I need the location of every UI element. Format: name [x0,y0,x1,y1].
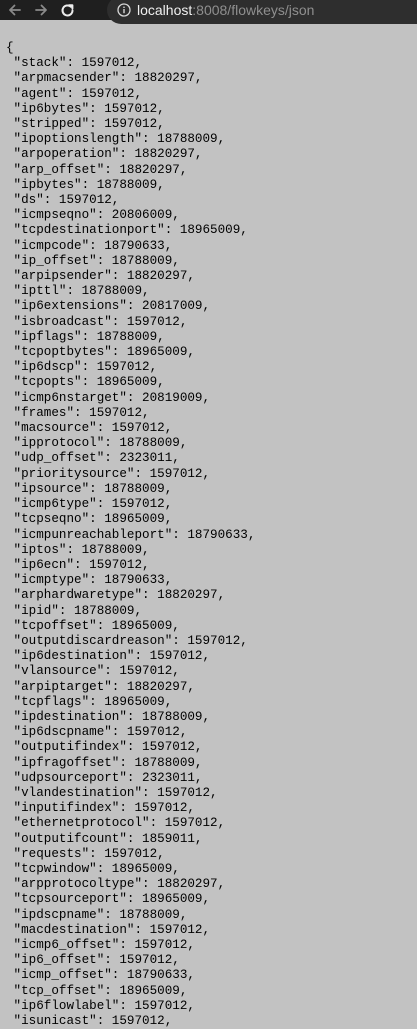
json-line: "ip6ecn": 1597012, [6,557,150,572]
url-path: :8008/flowkeys/json [192,2,315,18]
json-line: "stripped": 1597012, [6,117,165,132]
json-line: "ds": 1597012, [6,193,120,208]
json-line: "arphardwaretype": 18820297, [6,588,226,603]
json-line: "ipttl": 18788009, [6,284,150,299]
json-line: "tcpsourceport": 18965009, [6,892,211,907]
json-line: "icmp6_offset": 1597012, [6,937,195,952]
json-line: "icmp6nstarget": 20819009, [6,390,211,405]
json-line: "arpmacsender": 18820297, [6,71,203,86]
json-line: "ethernetprotocol": 1597012, [6,816,226,831]
json-line: "ipbytes": 18788009, [6,177,165,192]
json-line: "requests": 1597012, [6,846,165,861]
json-line: "ipid": 18788009, [6,603,143,618]
json-line: "isunicast": 1597012, [6,1014,173,1028]
json-line: "tcpopts": 18965009, [6,375,165,390]
json-line: "frames": 1597012, [6,405,150,420]
json-line: "arpoperation": 18820297, [6,147,203,162]
json-line: "icmptype": 18790633, [6,573,173,588]
forward-arrow-icon-svg [35,4,47,16]
json-line: "ipoptionslength": 18788009, [6,132,226,147]
json-line: "tcpflags": 18965009, [6,694,173,709]
json-line: "ip6bytes": 1597012, [6,101,165,116]
json-line: "stack": 1597012, [6,56,143,71]
json-line: "outputdiscardreason": 1597012, [6,633,248,648]
json-line: "udp_offset": 2323011, [6,451,180,466]
json-line: "icmpunreachableport": 18790633, [6,527,256,542]
json-line: "ip6flowlabel": 1597012, [6,998,195,1013]
json-line: { [6,41,14,55]
json-line: "agent": 1597012, [6,86,143,101]
json-line: "tcpdestinationport": 18965009, [6,223,248,238]
json-line: "ipdestination": 18788009, [6,709,211,724]
json-line: "icmpseqno": 20806009, [6,208,180,223]
json-line: "macdestination": 1597012, [6,922,211,937]
forward-arrow-icon[interactable] [28,0,54,20]
json-line: "vlandestination": 1597012, [6,785,218,800]
json-line: "udpsourceport": 2323011, [6,770,203,785]
json-line: "outputifcount": 1859011, [6,831,203,846]
reload-icon-svg [61,3,73,16]
back-arrow-icon[interactable] [2,0,28,20]
json-line: "icmp_offset": 18790633, [6,968,195,983]
browser-toolbar: localhost:8008/flowkeys/json [0,0,417,24]
json-line: "vlansource": 1597012, [6,664,180,679]
info-icon-svg [117,3,131,17]
json-line: "ipflags": 18788009, [6,329,165,344]
json-line: "tcpoptbytes": 18965009, [6,345,195,360]
url-host: localhost [137,2,193,18]
json-line: "icmp6type": 1597012, [6,497,173,512]
json-line: "macsource": 1597012, [6,421,173,436]
json-line: "ipprotocol": 18788009, [6,436,188,451]
json-line: "ip6extensions": 20817009, [6,299,211,314]
json-line: "inputifindex": 1597012, [6,801,195,816]
reload-icon[interactable] [54,0,80,20]
json-content: { "stack": 1597012, "arpmacsender": 1882… [6,41,255,1029]
json-line: "arpprotocoltype": 18820297, [6,877,226,892]
back-arrow-icon-svg [9,4,21,16]
json-line: "ipfragoffset": 18788009, [6,755,203,770]
json-line: "ip6dscp": 1597012, [6,360,158,375]
address-bar[interactable]: localhost:8008/flowkeys/json [107,0,417,24]
json-line: "tcpoffset": 18965009, [6,618,180,633]
json-line: "arpipsender": 18820297, [6,269,195,284]
json-line: "iptos": 18788009, [6,542,150,557]
json-line: "arpiptarget": 18820297, [6,679,195,694]
json-line: "ipsource": 18788009, [6,481,173,496]
json-line: "arp_offset": 18820297, [6,162,188,177]
json-line: "ipdscpname": 18788009, [6,907,188,922]
url-text[interactable]: localhost:8008/flowkeys/json [137,2,314,18]
json-line: "ip6dscpname": 1597012, [6,725,188,740]
json-line: "icmpcode": 18790633, [6,238,173,253]
json-line: "tcp_offset": 18965009, [6,983,188,998]
info-icon[interactable] [117,3,131,17]
json-line: "prioritysource": 1597012, [6,466,211,481]
json-line: "ip6destination": 1597012, [6,649,211,664]
json-line: "isbroadcast": 1597012, [6,314,188,329]
json-line: "tcpseqno": 18965009, [6,512,173,527]
json-line: "tcpwindow": 18965009, [6,861,180,876]
json-line: "outputifindex": 1597012, [6,740,203,755]
json-line: "ip6_offset": 1597012, [6,953,180,968]
json-line: "ip_offset": 18788009, [6,253,180,268]
